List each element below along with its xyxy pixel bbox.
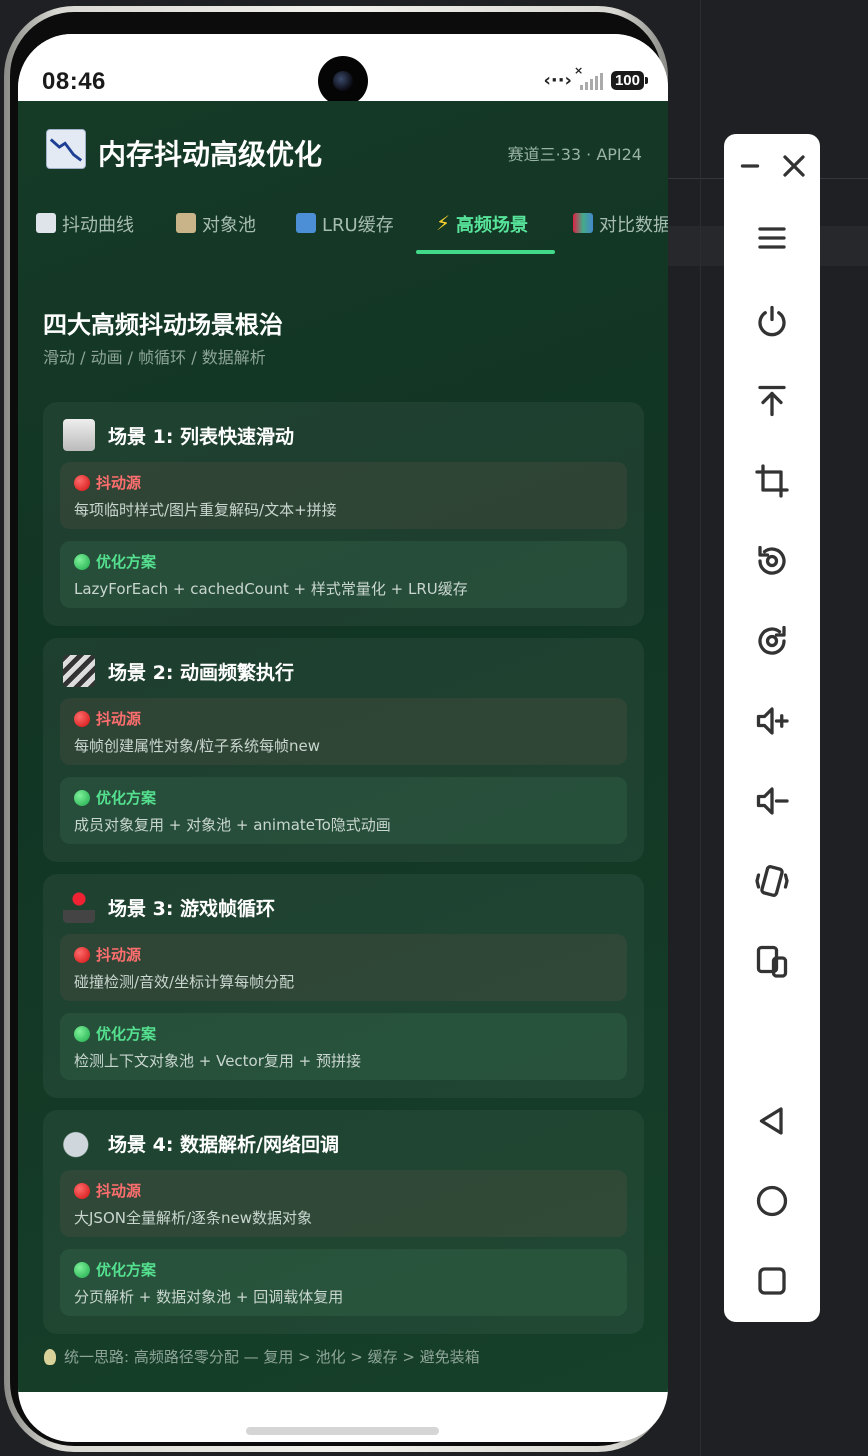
rotate-right-icon[interactable] [748, 617, 796, 665]
recents-icon[interactable] [748, 1257, 796, 1305]
green-circle-icon [74, 553, 90, 570]
volume-down-icon[interactable] [748, 777, 796, 825]
phone-screen: 08:46 ‹··› × 100 内存抖动高级优化 赛道三·33 · API24… [18, 34, 668, 1442]
fix-plan-box: 优化方案 LazyForEach + cachedCount + 样式常量化 +… [60, 541, 627, 608]
shake-icon[interactable] [748, 857, 796, 905]
close-icon[interactable] [770, 142, 818, 190]
tab-label: 高频场景 [456, 215, 529, 236]
source-text: 大JSON全量解析/逐条new数据对象 [74, 1209, 313, 1227]
fix-text: 分页解析 + 数据对象池 + 回调载体复用 [74, 1288, 344, 1306]
tab-bar: 抖动曲线 对象池 LRU缓存 ⚡ 高频场景 对比数据 [18, 199, 668, 251]
clapper-icon [63, 655, 95, 687]
scenario-card: 场景 1: 列表快速滑动 抖动源 每项临时样式/图片重复解码/文本+拼接 优化方… [43, 402, 644, 626]
signal-icon: × [574, 64, 603, 90]
lightbulb-icon [44, 1348, 56, 1365]
tab-label: 对比数据 [599, 215, 668, 236]
red-circle-icon [74, 1182, 90, 1199]
red-circle-icon [74, 946, 90, 963]
crop-icon[interactable] [748, 457, 796, 505]
jitter-source-box: 抖动源 每帧创建属性对象/粒子系统每帧new [60, 698, 627, 765]
source-text: 碰撞检测/音效/坐标计算每帧分配 [74, 973, 295, 991]
app-header: 内存抖动高级优化 赛道三·33 · API24 [46, 129, 642, 173]
tab-jitter-curve[interactable]: 抖动曲线 [36, 199, 134, 251]
fix-label: 优化方案 [96, 789, 157, 807]
fix-label: 优化方案 [96, 1261, 157, 1279]
active-tab-indicator [416, 250, 555, 254]
app-body: 内存抖动高级优化 赛道三·33 · API24 抖动曲线 对象池 LRU缓存 ⚡… [18, 101, 668, 1392]
fix-label: 优化方案 [96, 1025, 157, 1043]
background-divider [700, 0, 701, 1456]
source-label: 抖动源 [96, 1182, 142, 1200]
battery-icon: 100 [610, 71, 649, 90]
chart-trend-icon [36, 213, 56, 233]
tab-label: 对象池 [202, 215, 256, 236]
source-label: 抖动源 [96, 946, 142, 964]
fix-text: LazyForEach + cachedCount + 样式常量化 + LRU缓… [74, 580, 468, 598]
fix-text: 成员对象复用 + 对象池 + animateTo隐式动画 [74, 816, 391, 834]
green-circle-icon [74, 1025, 90, 1042]
source-text: 每帧创建属性对象/粒子系统每帧new [74, 737, 321, 755]
status-time: 08:46 [42, 68, 106, 95]
satellite-icon [63, 1127, 95, 1159]
fix-plan-box: 优化方案 分页解析 + 数据对象池 + 回调载体复用 [60, 1249, 627, 1316]
tab-lru-cache[interactable]: LRU缓存 [296, 199, 394, 251]
card-title: 场景 2: 动画频繁执行 [108, 662, 295, 684]
menu-icon[interactable] [748, 214, 796, 262]
pin-top-icon[interactable] [748, 377, 796, 425]
source-label: 抖动源 [96, 710, 142, 728]
volume-up-icon[interactable] [748, 697, 796, 745]
section-subtitle: 滑动 / 动画 / 帧循环 / 数据解析 [43, 348, 266, 367]
footer-tip: 统一思路: 高频路径零分配 — 复用 > 池化 > 缓存 > 避免装箱 [44, 1346, 480, 1367]
app-subtitle: 赛道三·33 · API24 [507, 145, 642, 164]
card-title: 场景 1: 列表快速滑动 [108, 426, 295, 448]
file-box-icon [176, 213, 196, 233]
home-icon[interactable] [748, 1177, 796, 1225]
fix-plan-box: 优化方案 检测上下文对象池 + Vector复用 + 预拼接 [60, 1013, 627, 1080]
fix-label: 优化方案 [96, 553, 157, 571]
fix-plan-box: 优化方案 成员对象复用 + 对象池 + animateTo隐式动画 [60, 777, 627, 844]
chart-down-icon [46, 129, 86, 169]
red-circle-icon [74, 474, 90, 491]
minimize-icon[interactable] [726, 142, 774, 190]
data-transfer-icon: ‹··› [543, 70, 572, 91]
jitter-source-box: 抖动源 大JSON全量解析/逐条new数据对象 [60, 1170, 627, 1237]
section-title: 四大高频抖动场景根治 [43, 311, 283, 339]
tab-high-freq[interactable]: ⚡ 高频场景 [436, 199, 528, 251]
source-label: 抖动源 [96, 474, 142, 492]
refresh-icon [296, 213, 316, 233]
back-icon[interactable] [748, 1097, 796, 1145]
power-icon[interactable] [748, 297, 796, 345]
tab-object-pool[interactable]: 对象池 [176, 199, 256, 251]
jitter-source-box: 抖动源 碰撞检测/音效/坐标计算每帧分配 [60, 934, 627, 1001]
phone-frame: 08:46 ‹··› × 100 内存抖动高级优化 赛道三·33 · API24… [4, 6, 668, 1452]
card-title: 场景 4: 数据解析/网络回调 [108, 1134, 339, 1156]
tab-label: LRU缓存 [322, 215, 394, 236]
emulator-toolbar [724, 134, 820, 1322]
green-circle-icon [74, 1261, 90, 1278]
source-text: 每项临时样式/图片重复解码/文本+拼接 [74, 501, 337, 519]
app-title: 内存抖动高级优化 [98, 138, 323, 171]
home-indicator[interactable] [246, 1427, 439, 1435]
fix-text: 检测上下文对象池 + Vector复用 + 预拼接 [74, 1052, 362, 1070]
status-bar: 08:46 ‹··› × 100 [18, 34, 668, 106]
joystick-icon [63, 891, 95, 923]
scenario-card: 场景 4: 数据解析/网络回调 抖动源 大JSON全量解析/逐条new数据对象 … [43, 1110, 644, 1334]
jitter-source-box: 抖动源 每项临时样式/图片重复解码/文本+拼接 [60, 462, 627, 529]
bar-chart-icon [573, 213, 593, 233]
multi-device-icon[interactable] [748, 937, 796, 985]
rotate-left-icon[interactable] [748, 537, 796, 585]
front-camera-icon [318, 56, 368, 106]
tab-compare-data[interactable]: 对比数据 [573, 199, 668, 251]
scenario-card: 场景 3: 游戏帧循环 抖动源 碰撞检测/音效/坐标计算每帧分配 优化方案 检测… [43, 874, 644, 1098]
green-circle-icon [74, 789, 90, 806]
footer-tip-text: 统一思路: 高频路径零分配 — 复用 > 池化 > 缓存 > 避免装箱 [64, 1348, 480, 1366]
lightning-icon: ⚡ [436, 211, 451, 235]
red-circle-icon [74, 710, 90, 727]
scroll-icon [63, 419, 95, 451]
scenario-card: 场景 2: 动画频繁执行 抖动源 每帧创建属性对象/粒子系统每帧new 优化方案… [43, 638, 644, 862]
card-title: 场景 3: 游戏帧循环 [108, 898, 276, 920]
tab-label: 抖动曲线 [62, 215, 134, 236]
